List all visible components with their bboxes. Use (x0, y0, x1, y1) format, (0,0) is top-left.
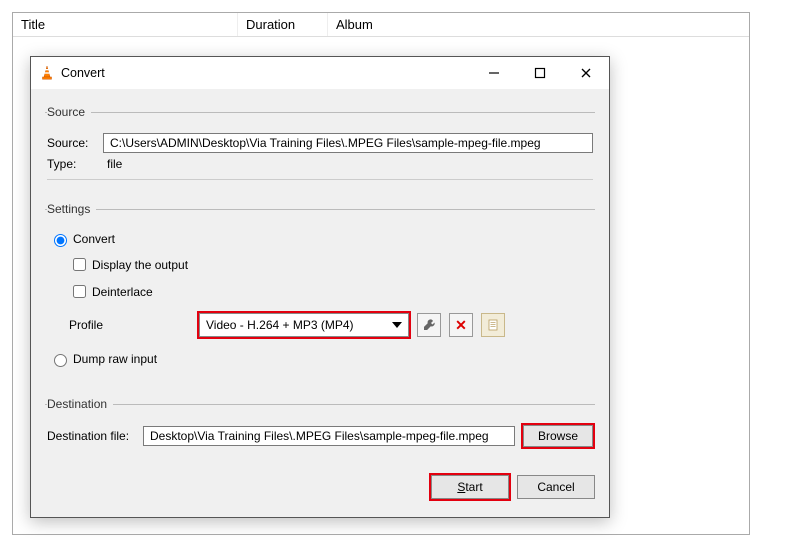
dialog-title: Convert (61, 66, 105, 80)
destination-group: Destination Destination file: Browse (45, 397, 595, 457)
chevron-down-icon (392, 322, 402, 328)
cancel-button[interactable]: Cancel (517, 475, 595, 499)
new-profile-button[interactable] (481, 313, 505, 337)
wrench-icon (422, 318, 436, 332)
col-title[interactable]: Title (13, 13, 238, 36)
new-doc-icon (486, 318, 500, 332)
x-icon: ✕ (455, 318, 467, 332)
profile-label: Profile (69, 318, 199, 332)
settings-group: Settings Convert Display the output Dein… (45, 202, 595, 381)
playlist-header: Title Duration Album (13, 13, 749, 37)
source-label: Source: (47, 136, 103, 150)
display-output-label: Display the output (92, 258, 188, 272)
convert-dialog: Convert Source Source: Type: file (30, 56, 610, 518)
maximize-button[interactable] (517, 57, 563, 89)
display-output-row[interactable]: Display the output (69, 255, 593, 274)
col-album[interactable]: Album (328, 13, 749, 36)
destination-label: Destination file: (47, 429, 143, 443)
convert-radio-label: Convert (73, 232, 115, 246)
profile-combobox[interactable]: Video - H.264 + MP3 (MP4) (199, 313, 409, 337)
close-button[interactable] (563, 57, 609, 89)
minimize-button[interactable] (471, 57, 517, 89)
source-input[interactable] (103, 133, 593, 153)
source-group: Source Source: Type: file (45, 105, 595, 186)
edit-profile-button[interactable] (417, 313, 441, 337)
delete-profile-button[interactable]: ✕ (449, 313, 473, 337)
dump-radio-row[interactable]: Dump raw input (49, 351, 593, 367)
type-value: file (103, 157, 122, 171)
settings-legend: Settings (47, 202, 96, 216)
vlc-cone-icon (39, 65, 55, 81)
deinterlace-row[interactable]: Deinterlace (69, 282, 593, 301)
start-button[interactable]: Start (431, 475, 509, 499)
deinterlace-label: Deinterlace (92, 285, 153, 299)
source-legend: Source (47, 105, 91, 119)
destination-legend: Destination (47, 397, 113, 411)
col-duration[interactable]: Duration (238, 13, 328, 36)
destination-input[interactable] (143, 426, 515, 446)
browse-button[interactable]: Browse (523, 425, 593, 447)
type-label: Type: (47, 157, 103, 171)
dump-radio[interactable] (54, 354, 67, 367)
profile-value: Video - H.264 + MP3 (MP4) (206, 318, 354, 332)
convert-radio-row[interactable]: Convert (49, 231, 593, 247)
start-rest: tart (465, 480, 482, 494)
titlebar[interactable]: Convert (31, 57, 609, 89)
dump-radio-label: Dump raw input (73, 352, 157, 366)
display-output-checkbox[interactable] (73, 258, 86, 271)
convert-radio[interactable] (54, 234, 67, 247)
deinterlace-checkbox[interactable] (73, 285, 86, 298)
